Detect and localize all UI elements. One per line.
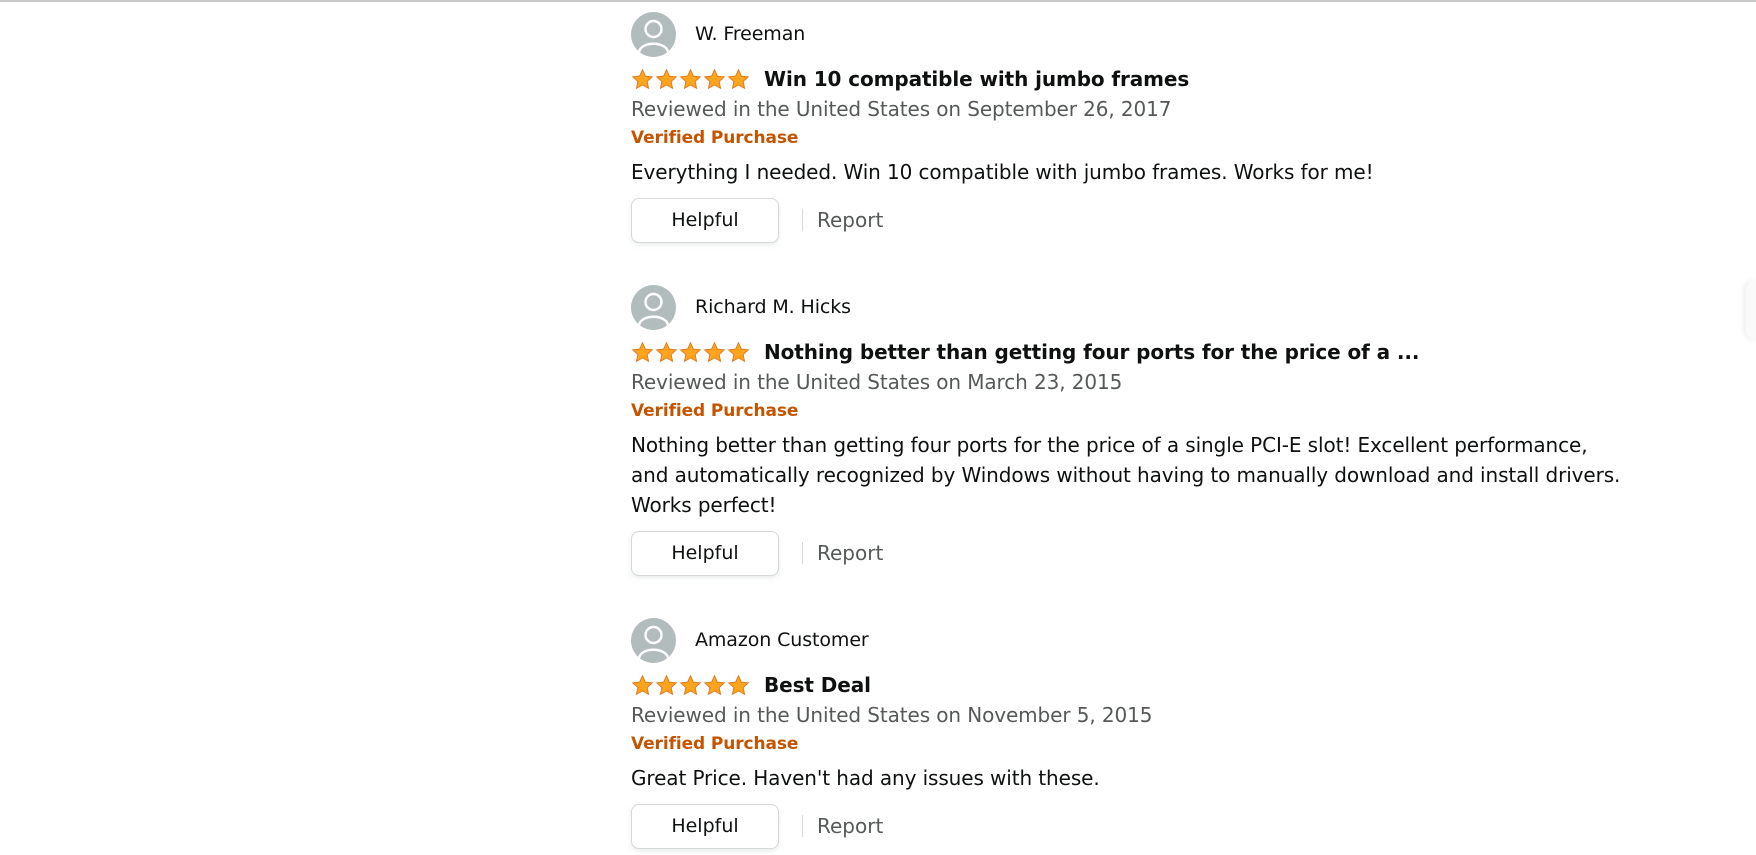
review-actions: Helpful Report xyxy=(631,803,1631,849)
verified-purchase-badge[interactable]: Verified Purchase xyxy=(631,731,1631,757)
reviewer-profile[interactable]: W. Freeman xyxy=(631,11,1631,57)
rating-row: Best Deal xyxy=(631,671,1631,699)
action-divider xyxy=(802,542,803,564)
avatar-icon[interactable] xyxy=(631,11,676,57)
avatar-icon[interactable] xyxy=(631,284,676,330)
review-actions: Helpful Report xyxy=(631,530,1631,576)
review-date: Reviewed in the United States on Novembe… xyxy=(631,703,1153,727)
side-panel-tab[interactable] xyxy=(1746,280,1756,340)
verified-purchase-badge[interactable]: Verified Purchase xyxy=(631,398,1631,424)
reviewer-name[interactable]: Richard M. Hicks xyxy=(695,296,851,318)
star-icon xyxy=(727,341,750,362)
reviewer-name[interactable]: W. Freeman xyxy=(695,23,805,45)
review-title-link[interactable]: Win 10 compatible with jumbo frames xyxy=(764,67,1189,91)
star-rating[interactable] xyxy=(631,341,750,364)
reviewer-name[interactable]: Amazon Customer xyxy=(695,629,869,651)
star-icon xyxy=(727,68,750,89)
star-icon xyxy=(703,341,726,362)
report-link[interactable]: Report xyxy=(817,541,883,565)
review-item: Amazon Customer Best Deal Reviewed in th… xyxy=(631,617,1631,849)
star-icon xyxy=(631,341,654,362)
star-icon xyxy=(679,68,702,89)
review-title-link[interactable]: Best Deal xyxy=(764,673,871,697)
helpful-button[interactable]: Helpful xyxy=(631,197,779,243)
star-icon xyxy=(703,674,726,695)
action-divider xyxy=(802,815,803,837)
review-text: Nothing better than getting four ports f… xyxy=(631,433,1621,517)
helpful-button[interactable]: Helpful xyxy=(631,530,779,576)
star-icon xyxy=(655,674,678,695)
star-icon xyxy=(655,341,678,362)
star-icon xyxy=(703,68,726,89)
report-link[interactable]: Report xyxy=(817,814,883,838)
star-icon xyxy=(655,68,678,89)
report-link[interactable]: Report xyxy=(817,208,883,232)
rating-row: Nothing better than getting four ports f… xyxy=(631,338,1631,366)
verified-purchase-badge[interactable]: Verified Purchase xyxy=(631,125,1631,151)
star-icon xyxy=(631,674,654,695)
review-actions: Helpful Report xyxy=(631,197,1631,243)
review-title-link[interactable]: Nothing better than getting four ports f… xyxy=(764,340,1419,364)
star-icon xyxy=(679,674,702,695)
review-date: Reviewed in the United States on Septemb… xyxy=(631,97,1172,121)
reviewer-profile[interactable]: Amazon Customer xyxy=(631,617,1631,663)
top-divider xyxy=(0,0,1756,2)
review-item: Richard M. Hicks Nothing better than get… xyxy=(631,284,1631,576)
review-text: Everything I needed. Win 10 compatible w… xyxy=(631,160,1374,184)
avatar-icon[interactable] xyxy=(631,617,676,663)
star-icon xyxy=(631,68,654,89)
action-divider xyxy=(802,209,803,231)
review-text: Great Price. Haven't had any issues with… xyxy=(631,766,1100,790)
star-icon xyxy=(727,674,750,695)
helpful-button[interactable]: Helpful xyxy=(631,803,779,849)
reviewer-profile[interactable]: Richard M. Hicks xyxy=(631,284,1631,330)
star-rating[interactable] xyxy=(631,68,750,91)
reviews-page: W. Freeman Win 10 compatible with jumbo … xyxy=(0,0,1756,855)
rating-row: Win 10 compatible with jumbo frames xyxy=(631,65,1631,93)
star-icon xyxy=(679,341,702,362)
review-date: Reviewed in the United States on March 2… xyxy=(631,370,1123,394)
star-rating[interactable] xyxy=(631,674,750,697)
review-item: W. Freeman Win 10 compatible with jumbo … xyxy=(631,11,1631,243)
